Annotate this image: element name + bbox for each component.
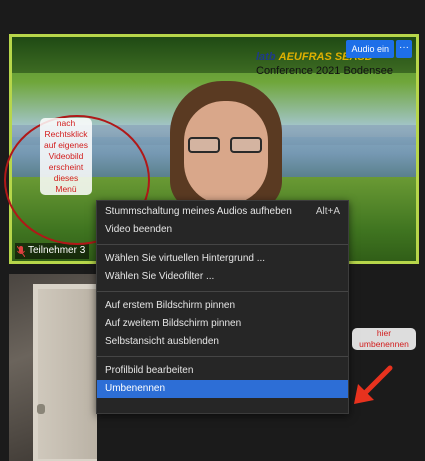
menu-item-video-filter[interactable]: Wählen Sie Videofilter ...: [97, 268, 348, 286]
menu-item-stop-video[interactable]: Video beenden: [97, 221, 348, 239]
menu-item-pin-second-screen[interactable]: Auf zweitem Bildschirm pinnen: [97, 315, 348, 333]
video-context-menu: Stummschaltung meines Audios aufheben Al…: [96, 200, 349, 414]
annotation-line: hier: [376, 328, 392, 338]
annotation-note-right: hier umbenennen: [352, 328, 416, 350]
participant-name: Teilnehmer 3: [28, 245, 86, 256]
annotation-line: Menü: [55, 184, 77, 194]
annotation-arrow-icon: [354, 365, 393, 404]
annotation-line: umbenennen: [359, 339, 409, 349]
annotation-note-left: nach Rechtsklick auf eigenes Videobild e…: [40, 118, 92, 195]
menu-item-label: Wählen Sie Videofilter ...: [105, 271, 215, 282]
conference-title: Conference 2021 Bodensee: [256, 65, 393, 77]
unmute-audio-button[interactable]: Audio ein: [346, 40, 394, 58]
menu-item-label: Auf zweitem Bildschirm pinnen: [105, 318, 242, 329]
menu-item-hide-self-view[interactable]: Selbstansicht ausblenden: [97, 333, 348, 351]
menu-item-label: Profilbild bearbeiten: [105, 365, 194, 376]
menu-item-label: Stummschaltung meines Audios aufheben: [105, 206, 292, 217]
door: [33, 284, 97, 461]
menu-item-edit-profile-picture[interactable]: Profilbild bearbeiten: [97, 362, 348, 380]
menu-item-virtual-background[interactable]: Wählen Sie virtuellen Hintergrund ...: [97, 250, 348, 268]
menu-item-label: Wählen Sie virtuellen Hintergrund ...: [105, 253, 266, 264]
door-handle: [37, 404, 45, 414]
menu-item-rename[interactable]: Umbenennen: [97, 380, 348, 398]
participant-face: [184, 101, 268, 205]
more-options-button[interactable]: ···: [396, 40, 412, 58]
annotation-line: auf eigenes: [44, 140, 88, 150]
annotation-line: dieses: [53, 173, 79, 183]
menu-separator: [97, 291, 348, 292]
annotation-line: Rechtsklick: [44, 129, 88, 139]
second-video-tile[interactable]: [9, 274, 97, 461]
menu-item-pin-first-screen[interactable]: Auf erstem Bildschirm pinnen: [97, 297, 348, 315]
participant-name-label: Teilnehmer 3: [15, 243, 90, 259]
menu-separator: [97, 244, 348, 245]
menu-separator: [97, 356, 348, 357]
menu-item-label: Auf erstem Bildschirm pinnen: [105, 300, 236, 311]
annotation-line: Videobild: [48, 151, 84, 161]
mic-muted-icon: [17, 245, 25, 257]
annotation-line: erscheint: [48, 162, 84, 172]
annotation-line: nach: [56, 118, 76, 128]
brand-prefix: latb: [256, 51, 276, 63]
zoom-meeting-window: latb AEUFRAS SEASD Conference 2021 Boden…: [0, 0, 425, 461]
menu-item-unmute[interactable]: Stummschaltung meines Audios aufheben Al…: [97, 203, 348, 221]
menu-item-shortcut: Alt+A: [315, 206, 340, 217]
menu-item-label: Umbenennen: [105, 383, 166, 394]
menu-item-label: Video beenden: [105, 224, 173, 235]
menu-item-label: Selbstansicht ausblenden: [105, 336, 219, 347]
participant-glasses: [188, 137, 264, 153]
